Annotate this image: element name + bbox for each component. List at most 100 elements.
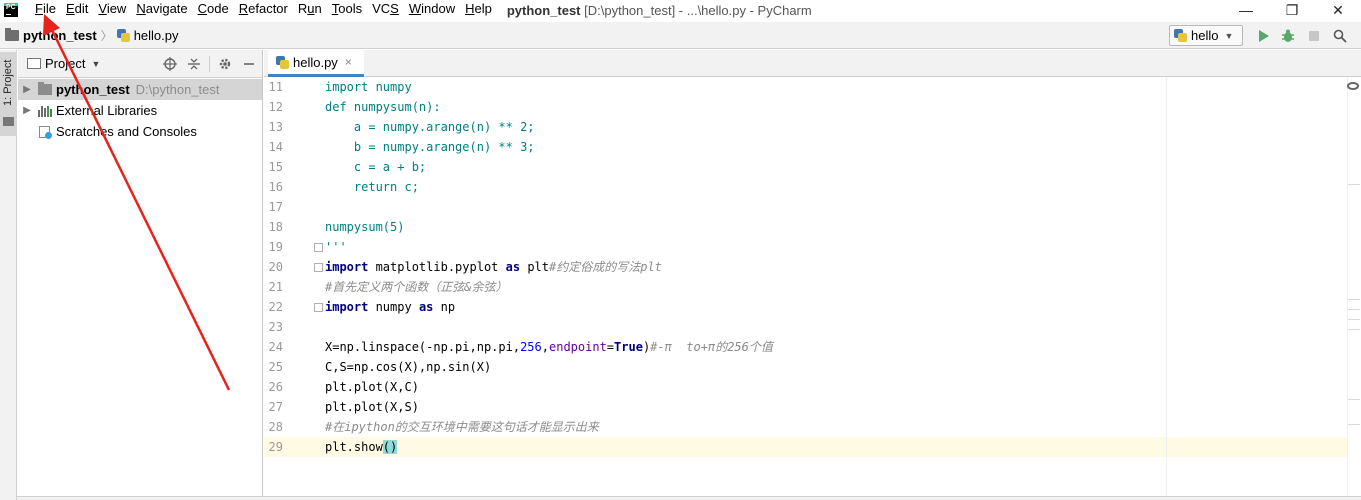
code-line[interactable]: 23 [264,317,1361,337]
code-line[interactable]: 19 ''' [264,237,1361,257]
code-line[interactable]: 21 #首先定义两个函数（正弦&余弦） [264,277,1361,297]
code-token: 256 [520,340,542,354]
breadcrumb-file[interactable]: hello.py [134,28,179,43]
run-configuration-select[interactable]: hello ▼ [1169,25,1243,46]
code-token: plt.plot(X,C) [325,380,419,394]
menu-view[interactable]: View [93,0,131,20]
breadcrumb-project[interactable]: python_test [23,28,97,43]
code-token: X=np.linspace(-np.pi,np.pi, [325,340,521,354]
stripe-mark [1348,329,1360,330]
close-icon[interactable]: × [345,55,352,69]
code-token: ''' [325,240,347,254]
right-margin-guide [1166,77,1167,500]
line-number: 26 [268,380,283,394]
code-line[interactable]: 26 plt.plot(X,C) [264,377,1361,397]
code-line[interactable]: 27 plt.plot(X,S) [264,397,1361,417]
fold-marker-icon[interactable] [314,263,323,272]
code-line[interactable]: 29 plt.show() [264,437,1361,457]
code-line[interactable]: 17 [264,197,1361,217]
menu-help[interactable]: Help [460,0,497,20]
menu-navigate[interactable]: Navigate [131,0,192,20]
locate-icon[interactable] [161,55,179,73]
menu-edit[interactable]: Edit [61,0,93,20]
code-text: import numpy [325,77,412,97]
line-number: 18 [268,220,283,234]
code-line[interactable]: 24 X=np.linspace(-np.pi,np.pi,256,endpoin… [264,337,1361,357]
code-token: as [418,300,434,314]
project-tree: ▶ python_test D:\python_test ▶ External … [18,78,262,142]
menu-window[interactable]: Window [404,0,460,20]
code-token: C,S=np.cos(X),np.sin(X) [325,360,492,374]
tree-item-path: D:\python_test [135,82,220,97]
code-text: a = numpy.arange(n) ** 2; [325,117,535,137]
code-text: plt.plot(X,S) [325,397,419,417]
code-line[interactable]: 15 c = a + b; [264,157,1361,177]
window-title: python_test [D:\python_test] - ...\hello… [507,3,812,18]
run-icon[interactable] [1255,27,1273,45]
code-token: np [433,300,456,314]
folder-icon [38,82,52,95]
code-token: , [541,340,549,354]
tree-item-external-libraries[interactable]: ▶ External Libraries [18,100,262,121]
tree-item-label: python_test [56,82,130,97]
stop-icon[interactable] [1305,27,1323,45]
code-text: #在ipython的交互环境中需要这句话才能显示出来 [325,417,599,437]
code-text: import matplotlib.pyplot as plt#约定俗成的写法p… [325,257,662,277]
line-number: 11 [268,80,283,94]
code-line[interactable]: 25 C,S=np.cos(X),np.sin(X) [264,357,1361,377]
code-line[interactable]: 13 a = numpy.arange(n) ** 2; [264,117,1361,137]
code-line[interactable]: 14 b = numpy.arange(n) ** 3; [264,137,1361,157]
minimize-icon[interactable] [240,55,258,73]
minimize-button[interactable]: — [1223,0,1269,20]
restore-button[interactable]: ❐ [1269,0,1315,20]
code-text: X=np.linspace(-np.pi,np.pi,256,endpoint=… [325,337,773,357]
search-icon[interactable] [1331,27,1349,45]
tree-item-label: Scratches and Consoles [56,124,197,139]
code-token: c = a + b; [325,160,427,174]
library-icon [38,105,52,117]
stripe-mark [1348,299,1360,300]
code-line[interactable]: 28 #在ipython的交互环境中需要这句话才能显示出来 [264,417,1361,437]
code-token: a = numpy.arange(n) ** 2; [325,120,535,134]
menu-vcs[interactable]: VCS [367,0,404,20]
code-text: b = numpy.arange(n) ** 3; [325,137,535,157]
menu-tools[interactable]: Tools [327,0,367,20]
menu-code[interactable]: Code [193,0,234,20]
close-button[interactable]: ✕ [1315,0,1361,20]
line-number: 17 [268,200,283,214]
code-token: as [505,260,521,274]
menu-file[interactable]: File [30,0,61,20]
eye-icon[interactable] [1347,82,1359,90]
menu-run[interactable]: Run [293,0,327,20]
code-line[interactable]: 11 import numpy [264,77,1361,97]
chevron-down-icon[interactable]: ▼ [91,59,100,69]
code-line[interactable]: 12 def numpysum(n): [264,97,1361,117]
code-editor[interactable]: 11 import numpy 12 def numpysum(n): 13 a = n… [264,77,1361,500]
line-number: 20 [268,260,283,274]
fold-marker-icon[interactable] [314,303,323,312]
code-token: #-π to+π的256个值 [650,340,773,354]
menu-refactor[interactable]: Refactor [234,0,293,20]
code-token: import [325,260,369,274]
code-line[interactable]: 22 import numpy as np [264,297,1361,317]
fold-marker-icon[interactable] [314,243,323,252]
window-controls: — ❐ ✕ [1223,0,1361,20]
chevron-right-icon[interactable]: ▶ [20,84,34,95]
chevron-right-icon[interactable]: ▶ [20,105,34,116]
tab-hello-py[interactable]: hello.py × [268,50,364,77]
gear-icon[interactable] [216,55,234,73]
code-line[interactable]: 16 return c; [264,177,1361,197]
code-text: c = a + b; [325,157,426,177]
code-line[interactable]: 20 import matplotlib.pyplot as plt#约定俗成的写… [264,257,1361,277]
tree-item-python-test[interactable]: ▶ python_test D:\python_test [18,79,262,100]
menu-items: File Edit View Navigate Code Refactor Run Tools… [30,0,497,20]
toolbar-divider [209,56,210,72]
line-number: 16 [268,180,283,194]
debug-icon[interactable] [1279,27,1297,45]
code-line[interactable]: 18 numpysum(5) [264,217,1361,237]
tree-item-scratches[interactable]: Scratches and Consoles [18,121,262,142]
python-file-icon [1174,29,1187,42]
collapse-icon[interactable] [185,55,203,73]
error-stripe-scrollbar[interactable] [1347,77,1361,500]
project-panel-title[interactable]: Project [45,56,85,71]
